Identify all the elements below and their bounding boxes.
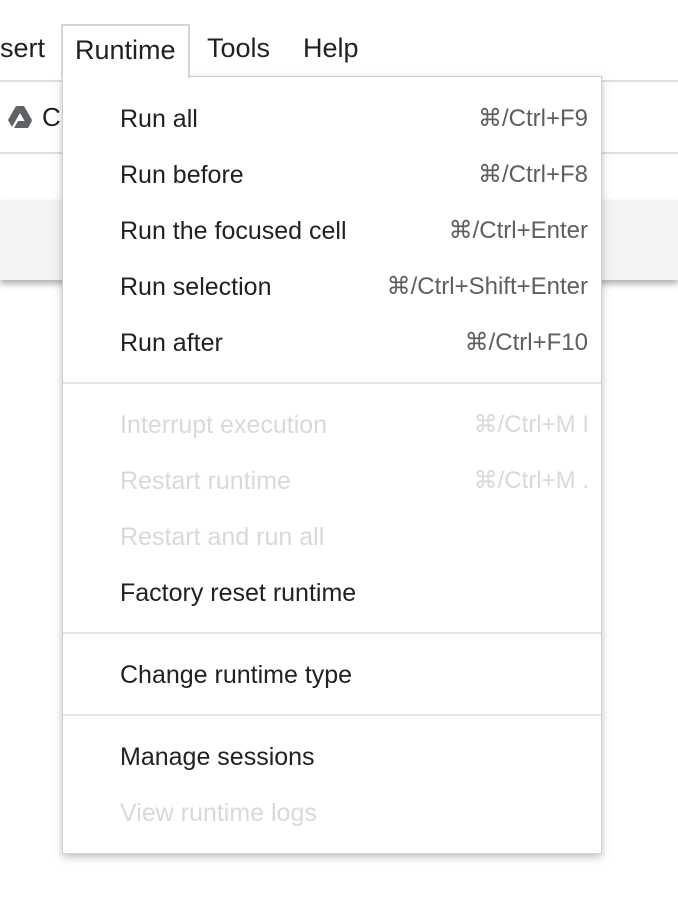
menu-item-run-focused-cell[interactable]: Run the focused cell ⌘/Ctrl+Enter [63,203,601,259]
menu-item-change-runtime-type[interactable]: Change runtime type [63,647,601,703]
menu-item-factory-reset-runtime[interactable]: Factory reset runtime [63,565,601,621]
menu-item-run-after[interactable]: Run after ⌘/Ctrl+F10 [63,315,601,371]
menu-item-restart-runtime: Restart runtime ⌘/Ctrl+M . [63,453,601,509]
menu-item-manage-sessions[interactable]: Manage sessions [63,729,601,785]
toolbar-label[interactable]: C [42,100,61,134]
menu-item-interrupt-execution: Interrupt execution ⌘/Ctrl+M I [63,397,601,453]
runtime-menu: Run all ⌘/Ctrl+F9 Run before ⌘/Ctrl+F8 R… [62,76,602,854]
menu-item-shortcut: ⌘/Ctrl+M . [473,467,589,494]
menubar-tools[interactable]: Tools [207,24,270,76]
menu-item-label: Factory reset runtime [120,579,357,607]
menu-item-shortcut: ⌘/Ctrl+F8 [477,161,588,188]
menu-item-label: Run selection [120,273,272,301]
menu-separator [63,714,601,716]
colab-page: sert Runtime Tools Help C Run all ⌘/Ctrl… [0,0,678,910]
menu-item-shortcut: ⌘/Ctrl+Enter [448,217,588,244]
menu-item-shortcut: ⌘/Ctrl+F10 [464,329,588,356]
menu-item-label: Run after [120,329,223,357]
menu-item-label: Run the focused cell [120,217,347,245]
menu-item-restart-and-run-all: Restart and run all [63,509,601,565]
menu-item-label: Restart runtime [120,467,291,495]
menu-item-label: View runtime logs [120,799,317,827]
menubar-help[interactable]: Help [303,24,359,76]
menu-item-view-runtime-logs: View runtime logs [63,785,601,841]
menubar: sert Runtime Tools Help [0,0,678,82]
menubar-insert[interactable]: sert [0,24,45,76]
menu-item-label: Interrupt execution [120,411,328,439]
google-drive-icon[interactable] [8,106,32,128]
menu-item-run-selection[interactable]: Run selection ⌘/Ctrl+Shift+Enter [63,259,601,315]
menu-item-label: Run before [120,161,244,189]
menu-separator [63,382,601,384]
menubar-runtime[interactable]: Runtime [61,24,190,78]
menu-item-label: Manage sessions [120,743,315,771]
menu-separator [63,632,601,634]
menu-item-run-before[interactable]: Run before ⌘/Ctrl+F8 [63,147,601,203]
menu-item-run-all[interactable]: Run all ⌘/Ctrl+F9 [63,91,601,147]
menu-item-shortcut: ⌘/Ctrl+Shift+Enter [386,273,588,300]
menu-item-shortcut: ⌘/Ctrl+F9 [477,105,588,132]
menu-item-shortcut: ⌘/Ctrl+M I [473,411,589,438]
menu-item-label: Restart and run all [120,523,325,551]
menu-item-label: Change runtime type [120,661,353,689]
menu-item-label: Run all [120,105,198,133]
